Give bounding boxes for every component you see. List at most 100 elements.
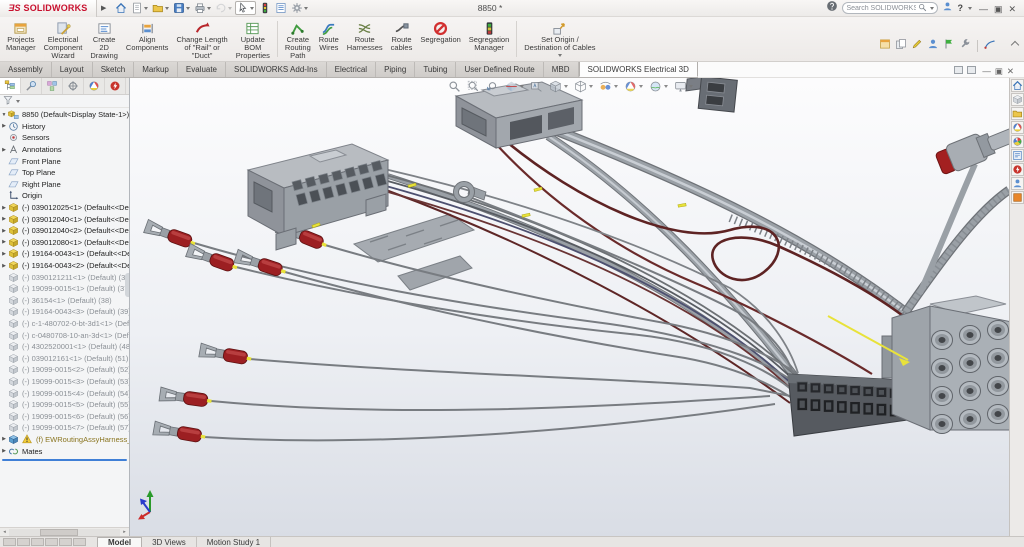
create-routing-path-button[interactable]: Create Routing Path xyxy=(281,17,315,61)
dropdown-icon[interactable] xyxy=(558,54,562,57)
user-options-icon[interactable] xyxy=(927,37,939,55)
menu-flyout-arrow[interactable]: ▶ xyxy=(97,4,110,12)
dropdown-icon[interactable] xyxy=(589,85,593,88)
design-library-icon[interactable] xyxy=(1011,93,1024,106)
tree-item[interactable]: ▶(-) 039012040<1> (Default<<Default xyxy=(0,213,129,225)
dropdown-icon[interactable] xyxy=(520,85,524,88)
flag-icon[interactable] xyxy=(943,37,955,55)
tree-item[interactable]: (-) 19099-0015<5> (Default) (55) xyxy=(0,399,129,411)
view-settings-button[interactable] xyxy=(674,80,693,93)
scenes-decals-icon[interactable] xyxy=(1011,135,1024,148)
tree-item[interactable]: Origin xyxy=(0,190,129,202)
solidworks-electrical-icon[interactable] xyxy=(1011,163,1024,176)
tools-wrench-icon[interactable] xyxy=(959,37,971,55)
hide-show-items-button[interactable] xyxy=(599,80,618,93)
doc-restore-button[interactable]: ▣ xyxy=(993,66,1005,76)
tree-item[interactable]: (-) 36154<1> (Default) (38) xyxy=(0,295,129,307)
tree-item[interactable]: (-) c-0480708-10-an-3d<1> (Default xyxy=(0,329,129,341)
connector-16pin[interactable] xyxy=(788,374,908,436)
tree-item[interactable]: ▼8850 (Default<Display State-1>) xyxy=(0,109,129,121)
change-length-rail-duct-button[interactable]: Change Length of "Rail" or "Duct" xyxy=(172,17,231,61)
dropdown-icon[interactable] xyxy=(304,7,308,10)
scroll-track[interactable] xyxy=(9,529,120,536)
tree-item[interactable]: (-) c-1-480702-0-bt-3d1<1> (Default xyxy=(0,318,129,330)
tab-mbd[interactable]: MBD xyxy=(544,62,579,77)
rollback-bar[interactable] xyxy=(2,459,127,461)
tree-filter-row[interactable] xyxy=(0,95,129,108)
save-button[interactable] xyxy=(172,1,191,15)
dropdown-icon[interactable] xyxy=(639,85,643,88)
wire-harness-model[interactable] xyxy=(130,78,1009,536)
scroll-right-icon[interactable]: ▸ xyxy=(120,529,129,535)
tab-solidworks-add-ins[interactable]: SOLIDWORKS Add-Ins xyxy=(226,62,327,77)
tree-item[interactable]: (-) 19164-0043<3> (Default) (39) xyxy=(0,306,129,318)
tree-item[interactable]: (-) 19099-0015<3> (Default) (53) xyxy=(0,376,129,388)
open-document-button[interactable] xyxy=(151,1,170,15)
electrical-component-wizard-button[interactable]: Electrical Component Wizard xyxy=(40,17,87,61)
help-button[interactable]: ? xyxy=(957,3,963,13)
route-harnesses-button[interactable]: Route Harnesses xyxy=(343,17,387,61)
tree-item[interactable]: ▶(-) 039012025<1> (Default<<Default xyxy=(0,202,129,214)
tree-item[interactable]: (-) 19099-0015<2> (Default) (52) xyxy=(0,364,129,376)
file-properties-button[interactable] xyxy=(274,1,288,15)
tree-item[interactable]: (-) 0390121211<1> (Default) (36) xyxy=(0,271,129,283)
tree-item[interactable]: ▶(-) 19164-0043<1> (Default<<Defau xyxy=(0,248,129,260)
sketch-entities-icon[interactable] xyxy=(984,37,996,55)
nav-square-button[interactable] xyxy=(73,538,86,546)
undo-button[interactable] xyxy=(214,1,233,15)
tree-horizontal-scrollbar[interactable]: ◂ ▸ xyxy=(0,527,129,536)
segregation-button[interactable]: Segregation xyxy=(416,17,464,61)
custom-properties-icon[interactable] xyxy=(1011,149,1024,162)
scroll-thumb[interactable] xyxy=(40,529,78,536)
expand-arrow-icon[interactable]: ▶ xyxy=(0,239,8,245)
tree-item[interactable]: (-) 19099-0015<1> (Default) (37) xyxy=(0,283,129,295)
tree-item[interactable]: (-) 19099-0015<7> (Default) (57) xyxy=(0,422,129,434)
nav-square-button[interactable] xyxy=(31,538,44,546)
tree-item[interactable]: Top Plane xyxy=(0,167,129,179)
fm-tab-propertymanager[interactable] xyxy=(21,78,42,94)
tab-evaluate[interactable]: Evaluate xyxy=(178,62,226,77)
ring-terminal[interactable] xyxy=(454,182,487,203)
dropdown-icon[interactable] xyxy=(144,7,148,10)
dropdown-icon[interactable] xyxy=(186,7,190,10)
section-view-button[interactable] xyxy=(505,80,524,93)
tree-item[interactable]: Right Plane xyxy=(0,179,129,191)
help-bubble-icon[interactable] xyxy=(826,0,838,17)
window-icon[interactable] xyxy=(879,37,891,55)
tab-piping[interactable]: Piping xyxy=(376,62,415,77)
tree-item[interactable]: Front Plane xyxy=(0,155,129,167)
expand-arrow-icon[interactable]: ▶ xyxy=(0,228,8,234)
tab-solidworks-electrical-3d[interactable]: SOLIDWORKS Electrical 3D xyxy=(579,61,698,77)
expand-arrow-icon[interactable]: ▶ xyxy=(0,216,8,222)
search-icon[interactable] xyxy=(918,0,927,17)
dropdown-icon[interactable] xyxy=(207,7,211,10)
appearances-icon[interactable] xyxy=(1011,121,1024,134)
home-button[interactable] xyxy=(114,1,128,15)
search-dropdown-icon[interactable] xyxy=(930,7,934,10)
create-2d-drawing-button[interactable]: Create 2D Drawing xyxy=(86,17,122,61)
tab-electrical[interactable]: Electrical xyxy=(327,62,376,77)
tree-item[interactable]: Sensors xyxy=(0,132,129,144)
user-account-icon[interactable] xyxy=(942,0,953,17)
tab-assembly[interactable]: Assembly xyxy=(0,62,52,77)
search-input[interactable]: Search SOLIDWORKS Help xyxy=(846,5,916,12)
select-button[interactable] xyxy=(235,1,256,15)
solidworks-logo[interactable]: ƎS SOLIDWORKS xyxy=(0,0,97,17)
new-document-button[interactable] xyxy=(130,1,149,15)
tab-user-defined-route[interactable]: User Defined Route xyxy=(456,62,543,77)
zoom-to-fit-button[interactable] xyxy=(448,80,461,93)
connector-left[interactable] xyxy=(248,144,388,250)
tree-item[interactable]: (-) 4302520001<1> (Default) (48) xyxy=(0,341,129,353)
tree-item[interactable]: (-) 19099-0015<4> (Default) (54) xyxy=(0,387,129,399)
fm-tab-configurationmanager[interactable] xyxy=(42,78,63,94)
tree-item[interactable]: ▶(-) 039012040<2> (Default<<Default xyxy=(0,225,129,237)
route-cables-button[interactable]: Route cables xyxy=(387,17,417,61)
fm-tab-dimxpertmanager[interactable] xyxy=(63,78,84,94)
tree-item[interactable]: ▶(-) 039012080<1> (Default<<Default xyxy=(0,237,129,249)
dropdown-icon[interactable] xyxy=(250,7,254,10)
previous-view-button[interactable] xyxy=(486,80,499,93)
expand-arrow-icon[interactable]: ▶ xyxy=(0,263,8,269)
tab-layout[interactable]: Layout xyxy=(52,62,93,77)
view-orientation-button[interactable] xyxy=(549,80,568,93)
fm-tab-displaymanager[interactable] xyxy=(84,78,105,94)
